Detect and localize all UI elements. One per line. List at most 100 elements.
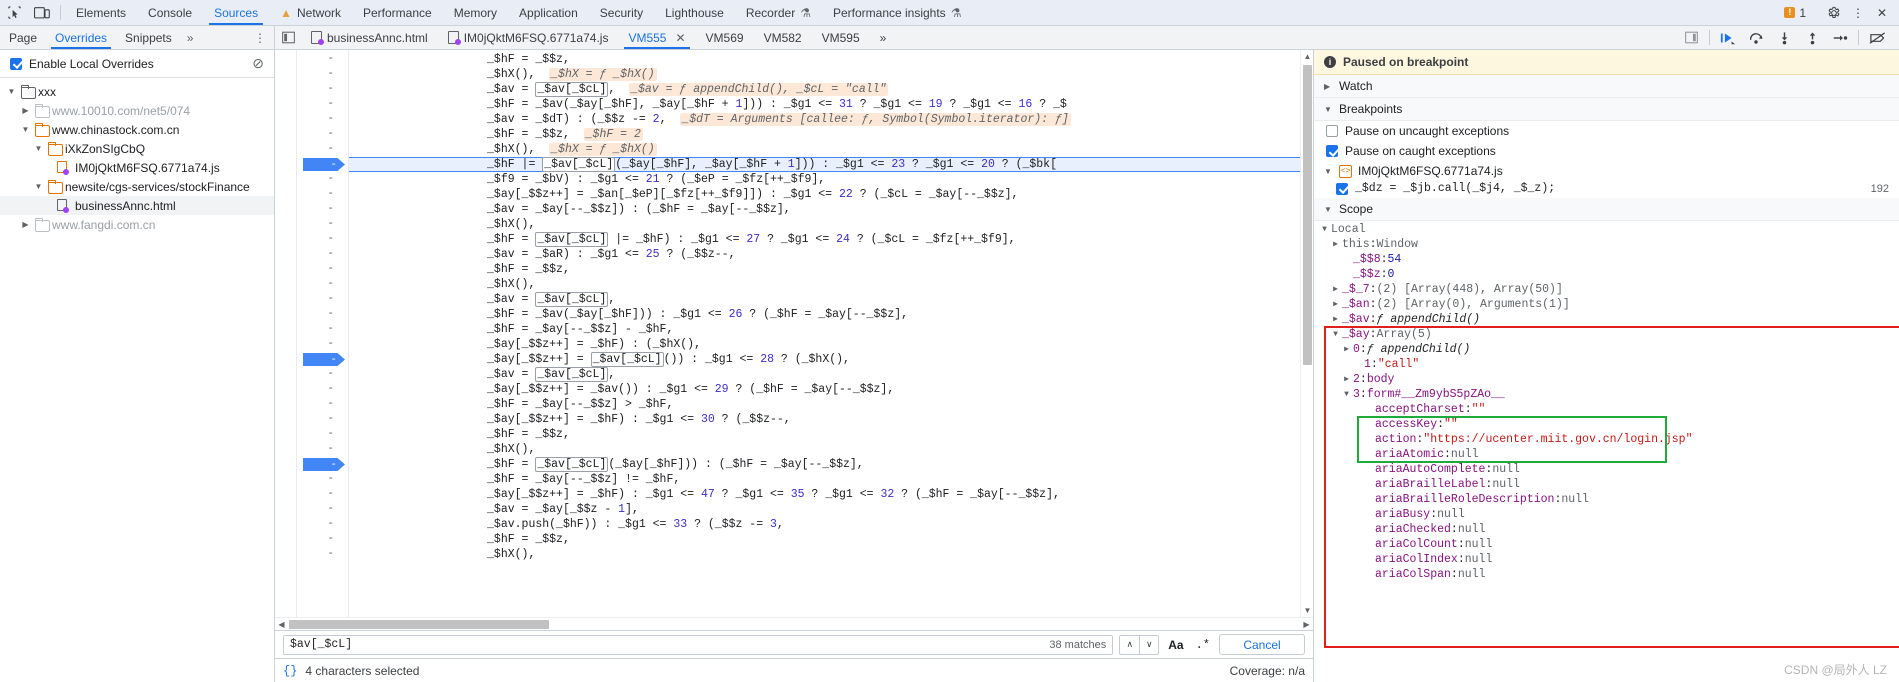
close-icon[interactable]: ✕ (675, 31, 685, 45)
tab-page[interactable]: Page (0, 26, 46, 49)
chevron-down-icon[interactable]: ▼ (6, 87, 17, 96)
chevron-right-icon[interactable]: ▶ (1340, 342, 1353, 357)
chevron-right-icon[interactable]: ▶ (1329, 282, 1342, 297)
scope-row[interactable]: ▶ 2: body (1314, 372, 1899, 387)
line-number[interactable]: - (297, 547, 348, 562)
line-number[interactable]: - (297, 337, 348, 352)
line-number[interactable]: - (297, 217, 348, 232)
more-tabs-icon[interactable]: » (181, 26, 200, 49)
close-icon[interactable]: ✕ (1871, 2, 1893, 24)
editor-horizontal-scrollbar[interactable]: ◀ ▶ (275, 617, 1313, 630)
line-number[interactable]: - (297, 202, 348, 217)
code-line[interactable]: _$hF = _$$z, _$hF = 2 (349, 127, 1300, 142)
tab-overrides[interactable]: Overrides (46, 26, 116, 49)
scope-tree[interactable]: ▼ Local ▶ this: Window _$$8: 54 _$$z: 0 ▶ _$_… (1314, 221, 1899, 682)
line-number[interactable]: - (297, 172, 348, 187)
line-number[interactable]: - (297, 307, 348, 322)
scope-row[interactable]: ariaBrailleRoleDescription: null (1314, 492, 1899, 507)
line-number[interactable]: - (297, 292, 348, 307)
chevron-down-icon[interactable]: ▼ (1324, 167, 1333, 176)
pretty-print-icon[interactable]: {} (283, 664, 297, 678)
navigator-more-options-icon[interactable]: ⋮ (246, 26, 274, 49)
pause-uncaught-exceptions-row[interactable]: Pause on uncaught exceptions (1314, 121, 1899, 141)
code-line[interactable]: _$ay[_$$z++] = _$av()) : _$g1 <= 29 ? (_… (349, 382, 1300, 397)
tab-performance-insights[interactable]: Performance insights ⚗ (822, 0, 972, 25)
tab-network[interactable]: ▲ Network (269, 0, 352, 25)
code-line[interactable]: _$hF = _$ay[--_$$z] > _$hF, (349, 397, 1300, 412)
chevron-down-icon[interactable]: ▼ (1324, 105, 1333, 114)
code-line[interactable]: _$ay[_$$z++] = _$hF) : _$g1 <= 30 ? (_$$… (349, 412, 1300, 427)
tree-item-xxx[interactable]: ▼ xxx (0, 82, 274, 101)
code-line[interactable]: _$hX(), _$hX = ƒ _$hX() (349, 67, 1300, 82)
scope-row[interactable]: ariaColCount: null (1314, 537, 1899, 552)
scope-row[interactable]: ariaAutoComplete: null (1314, 462, 1899, 477)
scope-row[interactable]: ariaBrailleLabel: null (1314, 477, 1899, 492)
file-tab-vm582[interactable]: VM582 (754, 26, 812, 49)
find-previous-button[interactable]: ∧ (1119, 634, 1140, 655)
file-tab-im0jqktm6fsq[interactable]: IM0jQktM6FSQ.6771a74.js (438, 26, 619, 49)
breakpoint-file-row[interactable]: ▼ <> IM0jQktM6FSQ.6771a74.js (1314, 161, 1899, 180)
code-line[interactable]: _$hX(), _$hX = ƒ _$hX() (349, 142, 1300, 157)
code-line[interactable]: _$hF = _$ay[--_$$z] != _$hF, (349, 472, 1300, 487)
pause-caught-exceptions-row[interactable]: Pause on caught exceptions (1314, 141, 1899, 161)
code-line[interactable]: _$hX(), (349, 277, 1300, 292)
code-line[interactable]: _$av = _$av[_$cL], (349, 367, 1300, 382)
code-line[interactable]: _$hF = _$av[_$cL] |= _$hF) : _$g1 <= 27 … (349, 232, 1300, 247)
source-editor[interactable]: ---------------------------------- _$hF … (275, 50, 1313, 617)
tree-item-ixkzonsigcbq[interactable]: ▼ iXkZonSIgCbQ (0, 139, 274, 158)
pause-caught-exceptions-checkbox[interactable] (1326, 145, 1338, 157)
line-number[interactable]: - (297, 112, 348, 127)
chevron-right-icon[interactable]: ▶ (1329, 237, 1342, 252)
error-count-badge[interactable]: ! 1 (1784, 6, 1810, 20)
code-line[interactable]: _$hF = _$$z, (349, 262, 1300, 277)
code-line[interactable]: _$hF |= _$av[_$cL] (_$ay[_$hF], _$ay[_$hF… (349, 157, 1300, 172)
code-line[interactable]: _$ay[_$$z++] = _$an[_$eP][_$fz[++_$f9]])… (349, 187, 1300, 202)
step-icon[interactable] (1826, 27, 1854, 49)
breakpoint-marker[interactable]: - (297, 457, 348, 472)
breakpoints-section-header[interactable]: ▼ Breakpoints (1314, 98, 1899, 121)
clear-configuration-icon[interactable]: ⊘ (252, 55, 264, 72)
code-line[interactable]: _$hF = _$av[_$cL] (_$ay[_$hF])) : (_$hF =… (349, 457, 1300, 472)
code-line[interactable]: _$hX(), (349, 217, 1300, 232)
chevron-down-icon[interactable]: ▼ (1324, 205, 1333, 214)
code-line[interactable]: _$ay[_$$z++] = _$hF) : (_$hX(), (349, 337, 1300, 352)
scope-row[interactable]: 1: "call" (1314, 357, 1899, 372)
scope-row[interactable]: ▼ _$ay: Array(5) (1314, 327, 1899, 342)
toggle-navigator-icon[interactable] (275, 26, 301, 49)
line-number[interactable]: - (297, 367, 348, 382)
breakpoint-marker[interactable]: - (297, 352, 348, 367)
chevron-right-icon[interactable]: ▶ (20, 106, 31, 115)
deactivate-breakpoints-icon[interactable] (1863, 27, 1891, 49)
find-next-button[interactable]: ∨ (1139, 634, 1160, 655)
tab-memory[interactable]: Memory (443, 0, 508, 25)
code-content[interactable]: _$hF = _$$z, _$hX(), _$hX = ƒ _$hX() _$a… (349, 50, 1300, 617)
scope-row[interactable]: _$$z: 0 (1314, 267, 1899, 282)
scroll-up-icon[interactable]: ▲ (1301, 50, 1313, 63)
line-number[interactable]: - (297, 517, 348, 532)
scope-row[interactable]: ariaColSpan: null (1314, 567, 1899, 582)
chevron-right-icon[interactable]: ▶ (1324, 82, 1333, 91)
code-line[interactable]: _$av = _$dT) : (_$$z -= 2, _$dT = Argume… (349, 112, 1300, 127)
toggle-debugger-sidebar-icon[interactable] (1677, 27, 1705, 49)
tree-item-10010[interactable]: ▶ www.10010.com/net5/074 (0, 101, 274, 120)
scope-row[interactable]: ariaChecked: null (1314, 522, 1899, 537)
step-over-next-function-call-icon[interactable] (1742, 27, 1770, 49)
line-number[interactable]: - (297, 97, 348, 112)
scope-row[interactable]: ariaBusy: null (1314, 507, 1899, 522)
chevron-right-icon[interactable]: ▶ (20, 220, 31, 229)
code-line[interactable]: _$hF = _$$z, (349, 52, 1300, 67)
code-line[interactable]: _$av = _$av[_$cL], (349, 292, 1300, 307)
step-out-of-current-function-icon[interactable] (1798, 27, 1826, 49)
line-number[interactable]: - (297, 142, 348, 157)
code-line[interactable]: _$av = _$ay[_$$z - 1], (349, 502, 1300, 517)
chevron-right-icon[interactable]: ▶ (1329, 312, 1342, 327)
chevron-right-icon[interactable]: ▶ (1340, 372, 1353, 387)
line-number[interactable]: - (297, 487, 348, 502)
line-number-gutter[interactable]: ---------------------------------- (297, 50, 349, 617)
file-tab-vm595[interactable]: VM595 (812, 26, 870, 49)
breakpoint-marker[interactable]: - (297, 157, 348, 172)
line-number[interactable]: - (297, 262, 348, 277)
tab-snippets[interactable]: Snippets (116, 26, 181, 49)
code-line[interactable]: _$hF = _$$z, (349, 427, 1300, 442)
scope-row[interactable]: ▶ 0: ƒ appendChild() (1314, 342, 1899, 357)
